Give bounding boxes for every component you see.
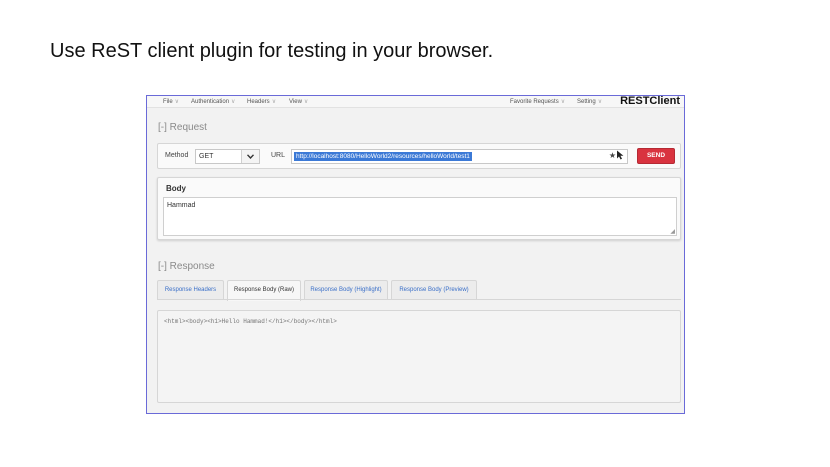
tab-response-body-raw[interactable]: Response Body (Raw) <box>227 280 301 301</box>
restclient-window: File ∨ Authentication ∨ Headers ∨ View ∨ Fav… <box>146 95 685 414</box>
tabs-divider <box>157 299 681 300</box>
body-value: Hammad <box>167 202 196 209</box>
chevron-down-icon <box>241 150 259 163</box>
tab-response-headers[interactable]: Response Headers <box>157 280 224 300</box>
menu-view[interactable]: View ∨ <box>289 98 308 105</box>
menu-authentication[interactable]: Authentication ∨ <box>191 98 235 105</box>
brand-logo: RESTClient <box>620 95 680 107</box>
url-input[interactable]: http://localhost:8080/HelloWorld2/resour… <box>291 149 628 164</box>
resize-grip-icon[interactable]: ◢ <box>670 228 675 235</box>
method-select[interactable]: GET <box>195 149 260 164</box>
body-panel: Body Hammad ◢ <box>157 177 681 240</box>
response-section-toggle[interactable]: [-] Response <box>158 261 215 272</box>
request-section-toggle[interactable]: [-] Request <box>158 122 207 133</box>
tab-response-body-preview[interactable]: Response Body (Preview) <box>391 280 477 300</box>
menu-bar: File ∨ Authentication ∨ Headers ∨ View ∨ Fav… <box>147 96 684 108</box>
method-value: GET <box>199 153 214 160</box>
body-title: Body <box>166 184 186 193</box>
url-value: http://localhost:8080/HelloWorld2/resour… <box>294 152 472 161</box>
body-textarea[interactable]: Hammad ◢ <box>163 197 677 236</box>
send-button[interactable]: SEND <box>637 148 675 164</box>
menu-favorite-requests[interactable]: Favorite Requests ∨ <box>510 98 565 105</box>
method-label: Method <box>165 152 189 159</box>
menu-file[interactable]: File ∨ <box>163 98 179 105</box>
url-label: URL <box>271 152 286 159</box>
request-panel: Method GET URL http://localhost:8080/Hel… <box>157 143 681 169</box>
response-content: <html><body><h1>Hello Hammad!</h1></body… <box>164 318 337 325</box>
response-body-panel: <html><body><h1>Hello Hammad!</h1></body… <box>157 310 681 403</box>
slide-title: Use ReST client plugin for testing in yo… <box>50 40 494 62</box>
cursor-icon <box>616 150 625 162</box>
tab-response-body-highlight[interactable]: Response Body (Highlight) <box>304 280 388 300</box>
menu-headers[interactable]: Headers ∨ <box>247 98 276 105</box>
star-icon[interactable]: ★ <box>609 151 616 160</box>
menu-setting[interactable]: Setting ∨ <box>577 98 602 105</box>
